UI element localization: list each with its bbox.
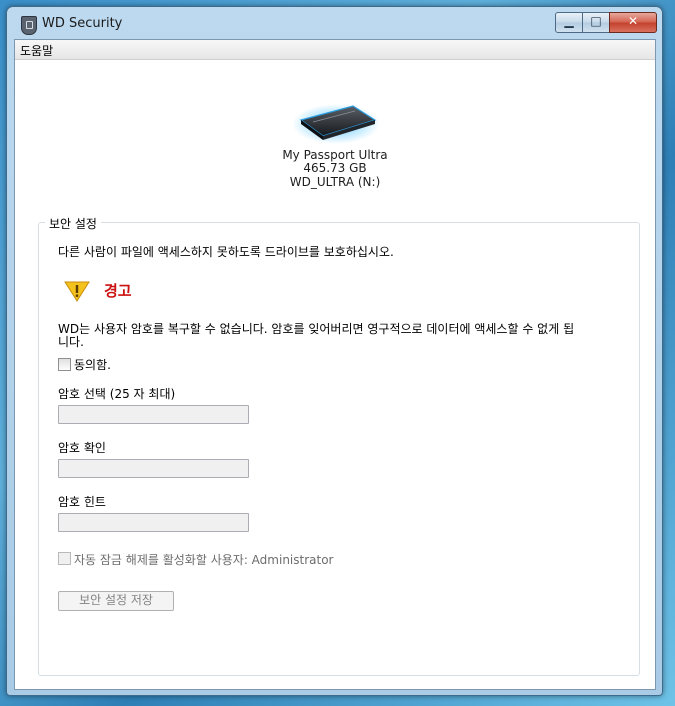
maximize-button[interactable]: □ [582,12,610,33]
auto-unlock-label: 자동 잠금 해제를 활성화할 사용자: Administrator [74,553,334,567]
client-area: 도움말 My Passport Ultra 465.73 GB WD_ULTRA… [14,39,656,690]
window-title: WD Security [42,16,123,31]
group-label: 보안 설정 [45,215,101,232]
device-volume: WD_ULTRA (N:) [289,175,381,189]
wd-shield-icon [21,16,37,35]
agree-checkbox[interactable] [58,358,71,371]
confirm-password-field[interactable] [58,459,249,478]
menu-help[interactable]: 도움말 [20,42,53,59]
warning-text-line2: 니다. [58,335,84,349]
device-capacity: 465.73 GB [303,161,367,175]
confirm-password-label: 암호 확인 [58,441,106,455]
close-button[interactable]: ✕ [609,12,657,33]
auto-unlock-checkbox[interactable] [58,552,71,565]
external-drive-icon [292,104,380,144]
warning-title: 경고 [104,282,132,300]
title-bar[interactable]: WD Security ▁ □ ✕ [7,7,662,39]
password-label: 암호 선택 (25 자 최대) [58,387,176,401]
agree-label[interactable]: 동의함. [74,356,111,373]
password-hint-label: 암호 힌트 [58,495,106,509]
password-field[interactable] [58,405,249,424]
warning-text-line1: WD는 사용자 암호를 복구할 수 없습니다. 암호를 잊어버리면 영구적으로 … [58,322,575,336]
intro-text: 다른 사람이 파일에 액세스하지 못하도록 드라이브를 보호하십시오. [58,245,394,259]
app-window: WD Security ▁ □ ✕ 도움말 My Passport Ultra … [6,6,663,696]
menu-bar: 도움말 [15,40,655,60]
save-security-button[interactable]: 보안 설정 저장 [58,591,174,611]
minimize-button[interactable]: ▁ [555,12,583,33]
warning-icon [64,281,90,302]
password-hint-field[interactable] [58,513,249,532]
